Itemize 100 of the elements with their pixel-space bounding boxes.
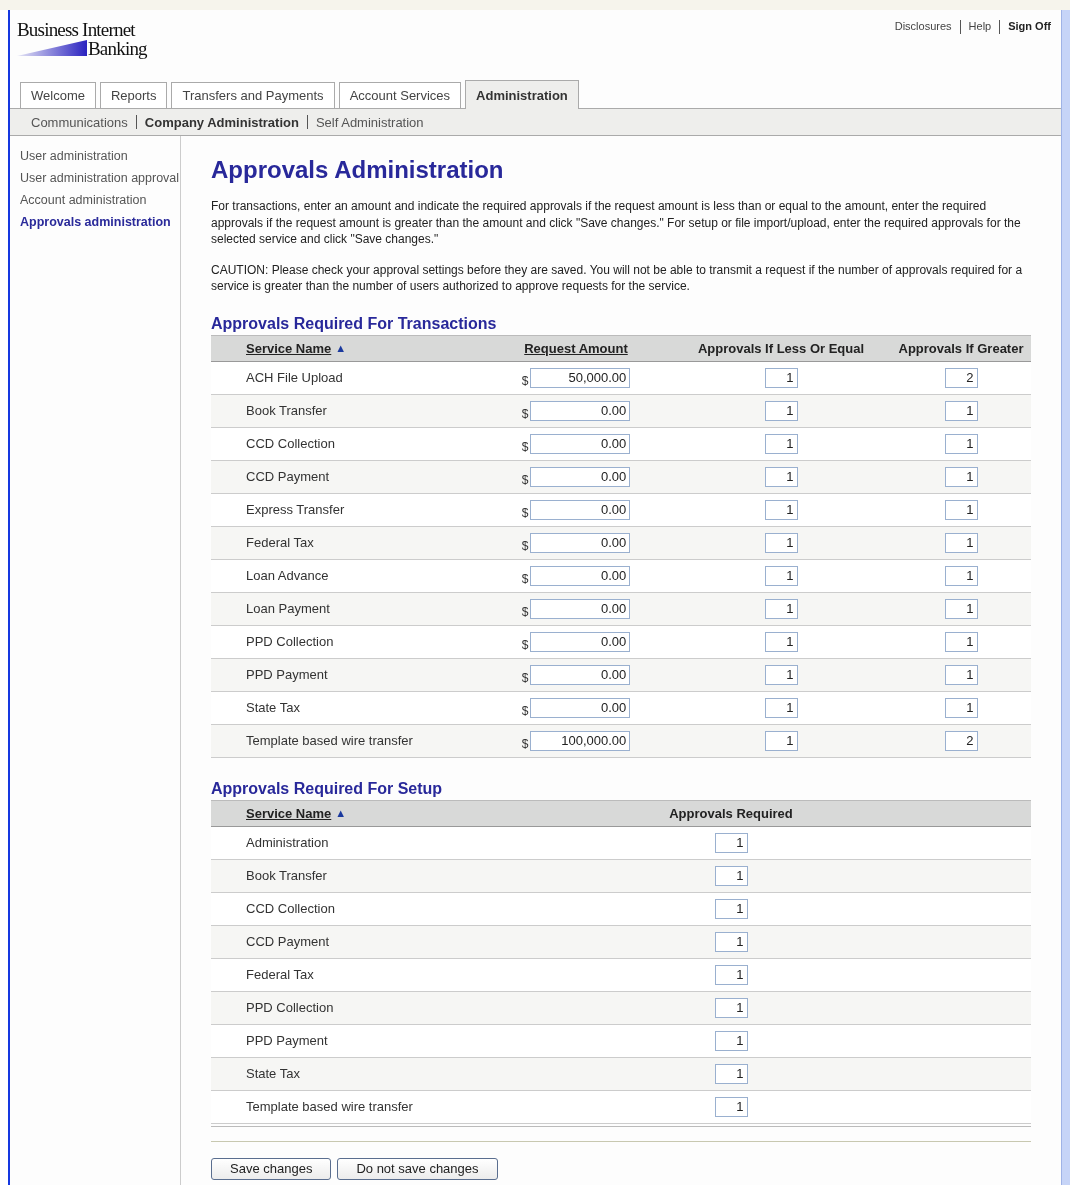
approvals-field[interactable]: 1 bbox=[714, 1096, 748, 1117]
approvals-field[interactable]: 1 bbox=[764, 433, 798, 454]
service-name: Loan Advance bbox=[246, 568, 329, 583]
nav-tab[interactable]: Administration bbox=[465, 80, 579, 109]
column-sort-link[interactable]: Request Amount bbox=[524, 340, 628, 356]
approvals-field[interactable]: 1 bbox=[764, 532, 798, 553]
service-name: Loan Payment bbox=[246, 601, 330, 616]
amount-field[interactable]: 0.00 bbox=[530, 400, 631, 421]
service-name: Template based wire transfer bbox=[246, 1099, 413, 1114]
header-link[interactable]: Sign Off bbox=[1008, 20, 1051, 32]
service-name: PPD Payment bbox=[246, 667, 328, 682]
approvals-field[interactable]: 1 bbox=[714, 964, 748, 985]
sidebar-link[interactable]: Approvals administration bbox=[20, 214, 180, 230]
service-name: State Tax bbox=[246, 700, 300, 715]
approvals-field[interactable]: 1 bbox=[714, 997, 748, 1018]
sidebar-link[interactable]: Account administration bbox=[20, 192, 180, 208]
caution-text: CAUTION: Please check your approval settings before they are saved. You will not be able to transmit a request if the number of approvals required for a service is greater than the number of users authorized to approve requests for the service. bbox=[211, 261, 1024, 295]
column-sort-link[interactable]: Service Name bbox=[246, 340, 332, 356]
service-name: Express Transfer bbox=[246, 502, 345, 517]
service-name: PPD Collection bbox=[246, 1000, 334, 1015]
amount-field[interactable]: 0.00 bbox=[530, 631, 631, 652]
approvals-field[interactable]: 1 bbox=[714, 865, 748, 886]
service-name: Federal Tax bbox=[246, 535, 314, 550]
approvals-field[interactable]: 2 bbox=[944, 730, 978, 751]
amount-field[interactable]: 0.00 bbox=[530, 466, 631, 487]
approvals-field[interactable]: 1 bbox=[944, 433, 978, 454]
approvals-field[interactable]: 1 bbox=[764, 697, 798, 718]
service-name: Book Transfer bbox=[246, 403, 327, 418]
approvals-field[interactable]: 1 bbox=[764, 664, 798, 685]
currency-symbol: $ bbox=[521, 373, 529, 388]
column-sort-link[interactable]: Service Name bbox=[246, 805, 332, 821]
nav-tab[interactable]: Account Services bbox=[338, 82, 462, 108]
subnav-link[interactable]: Self Administration bbox=[315, 114, 424, 130]
approvals-field[interactable]: 1 bbox=[944, 664, 978, 685]
service-name: CCD Payment bbox=[246, 934, 330, 949]
currency-symbol: $ bbox=[521, 406, 529, 421]
sidebar-link[interactable]: User administration bbox=[20, 148, 180, 164]
column-header: Approvals If Greater bbox=[898, 340, 1024, 356]
currency-symbol: $ bbox=[521, 637, 529, 652]
form-button[interactable]: Do not save changes bbox=[337, 1157, 498, 1180]
nav-tab[interactable]: Reports bbox=[99, 82, 168, 108]
approvals-field[interactable]: 1 bbox=[714, 1030, 748, 1051]
currency-symbol: $ bbox=[521, 538, 529, 553]
approvals-field[interactable]: 1 bbox=[764, 598, 798, 619]
header-link[interactable]: Disclosures bbox=[894, 20, 952, 32]
instructions-text: For transactions, enter an amount and indicate the required approvals if the request amount is less than or equal to the amount, enter the required approvals if the request amount is greater than the amount and click "Save changes." For setup or file import/upload, enter the required approvals for the selected service and click "Save changes." bbox=[211, 198, 1022, 248]
service-name: CCD Collection bbox=[246, 901, 335, 916]
amount-field[interactable]: 0.00 bbox=[530, 565, 631, 586]
approvals-field[interactable]: 1 bbox=[944, 565, 978, 586]
nav-tab[interactable]: Transfers and Payments bbox=[171, 82, 335, 108]
header-link[interactable]: Help bbox=[968, 20, 992, 32]
amount-field[interactable]: 0.00 bbox=[530, 664, 631, 685]
scrollbar[interactable] bbox=[1061, 10, 1070, 1185]
currency-symbol: $ bbox=[521, 505, 529, 520]
amount-field[interactable]: 0.00 bbox=[530, 598, 631, 619]
logo[interactable]: Business Internet Banking bbox=[17, 10, 147, 80]
logo-wedge-icon bbox=[17, 40, 87, 56]
sort-indicator: ▲ bbox=[335, 342, 347, 354]
approvals-field[interactable]: 1 bbox=[764, 730, 798, 751]
approvals-field[interactable]: 1 bbox=[764, 499, 798, 520]
service-name: Administration bbox=[246, 835, 329, 850]
currency-symbol: $ bbox=[521, 439, 529, 454]
approvals-field[interactable]: 1 bbox=[944, 697, 978, 718]
approvals-field[interactable]: 1 bbox=[714, 1063, 748, 1084]
approvals-field[interactable]: 1 bbox=[944, 598, 978, 619]
approvals-field[interactable]: 1 bbox=[714, 898, 748, 919]
approvals-field[interactable]: 1 bbox=[764, 367, 798, 388]
subnav-link[interactable]: Company Administration bbox=[144, 114, 299, 130]
amount-field[interactable]: 0.00 bbox=[530, 433, 631, 454]
approvals-field[interactable]: 1 bbox=[944, 499, 978, 520]
currency-symbol: $ bbox=[521, 571, 529, 586]
currency-symbol: $ bbox=[521, 472, 529, 487]
amount-field[interactable]: 0.00 bbox=[530, 499, 631, 520]
amount-field[interactable]: 50,000.00 bbox=[530, 367, 631, 388]
nav-tab[interactable]: Welcome bbox=[20, 82, 96, 108]
amount-field[interactable]: 0.00 bbox=[530, 697, 631, 718]
column-header: Approvals Required bbox=[669, 805, 793, 821]
currency-symbol: $ bbox=[521, 736, 529, 751]
amount-field[interactable]: 100,000.00 bbox=[530, 730, 631, 751]
sidebar-link[interactable]: User administration approval bbox=[20, 170, 180, 186]
approvals-field[interactable]: 1 bbox=[944, 400, 978, 421]
approvals-field[interactable]: 1 bbox=[944, 631, 978, 652]
approvals-field[interactable]: 1 bbox=[764, 466, 798, 487]
currency-symbol: $ bbox=[521, 703, 529, 718]
approvals-field[interactable]: 1 bbox=[944, 466, 978, 487]
section-title: Approvals Required For Setup bbox=[211, 779, 444, 798]
service-name: Template based wire transfer bbox=[246, 733, 413, 748]
currency-symbol: $ bbox=[521, 670, 529, 685]
amount-field[interactable]: 0.00 bbox=[530, 532, 631, 553]
subnav-link[interactable]: Communications bbox=[31, 114, 128, 130]
approvals-field[interactable]: 1 bbox=[764, 631, 798, 652]
approvals-field[interactable]: 1 bbox=[944, 532, 978, 553]
approvals-field[interactable]: 1 bbox=[714, 931, 748, 952]
currency-symbol: $ bbox=[521, 604, 529, 619]
form-button[interactable]: Save changes bbox=[211, 1157, 332, 1180]
service-name: CCD Collection bbox=[246, 436, 335, 451]
approvals-field[interactable]: 2 bbox=[944, 367, 978, 388]
approvals-field[interactable]: 1 bbox=[764, 565, 798, 586]
approvals-field[interactable]: 1 bbox=[714, 832, 748, 853]
approvals-field[interactable]: 1 bbox=[764, 400, 798, 421]
